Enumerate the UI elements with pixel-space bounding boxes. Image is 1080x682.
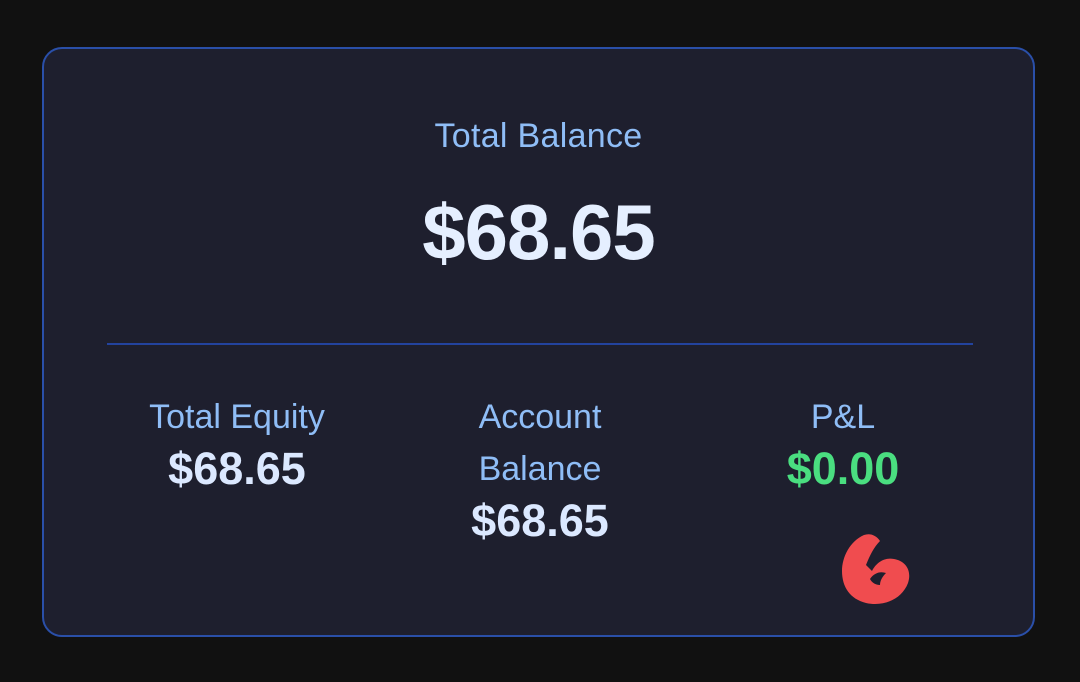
balance-card: Total Balance $68.65 Total Equity $68.65… bbox=[42, 47, 1035, 637]
account-balance-stat: Account Balance $68.65 bbox=[390, 391, 690, 547]
pnl-stat: P&L $0.00 bbox=[693, 391, 993, 495]
red-scribble-mark-icon bbox=[842, 534, 910, 605]
total-balance-label: Total Balance bbox=[434, 117, 643, 155]
total-equity-stat: Total Equity $68.65 bbox=[87, 391, 387, 495]
account-balance-label: Account Balance bbox=[478, 398, 602, 488]
pnl-label: P&L bbox=[810, 398, 876, 436]
total-balance-value: $68.65 bbox=[422, 188, 656, 276]
total-equity-value: $68.65 bbox=[168, 443, 306, 494]
total-equity-label: Total Equity bbox=[149, 398, 325, 436]
account-balance-value: $68.65 bbox=[471, 495, 609, 546]
divider bbox=[107, 343, 973, 345]
pnl-value: $0.00 bbox=[786, 443, 900, 494]
page: Total Balance $68.65 Total Equity $68.65… bbox=[0, 0, 1080, 682]
